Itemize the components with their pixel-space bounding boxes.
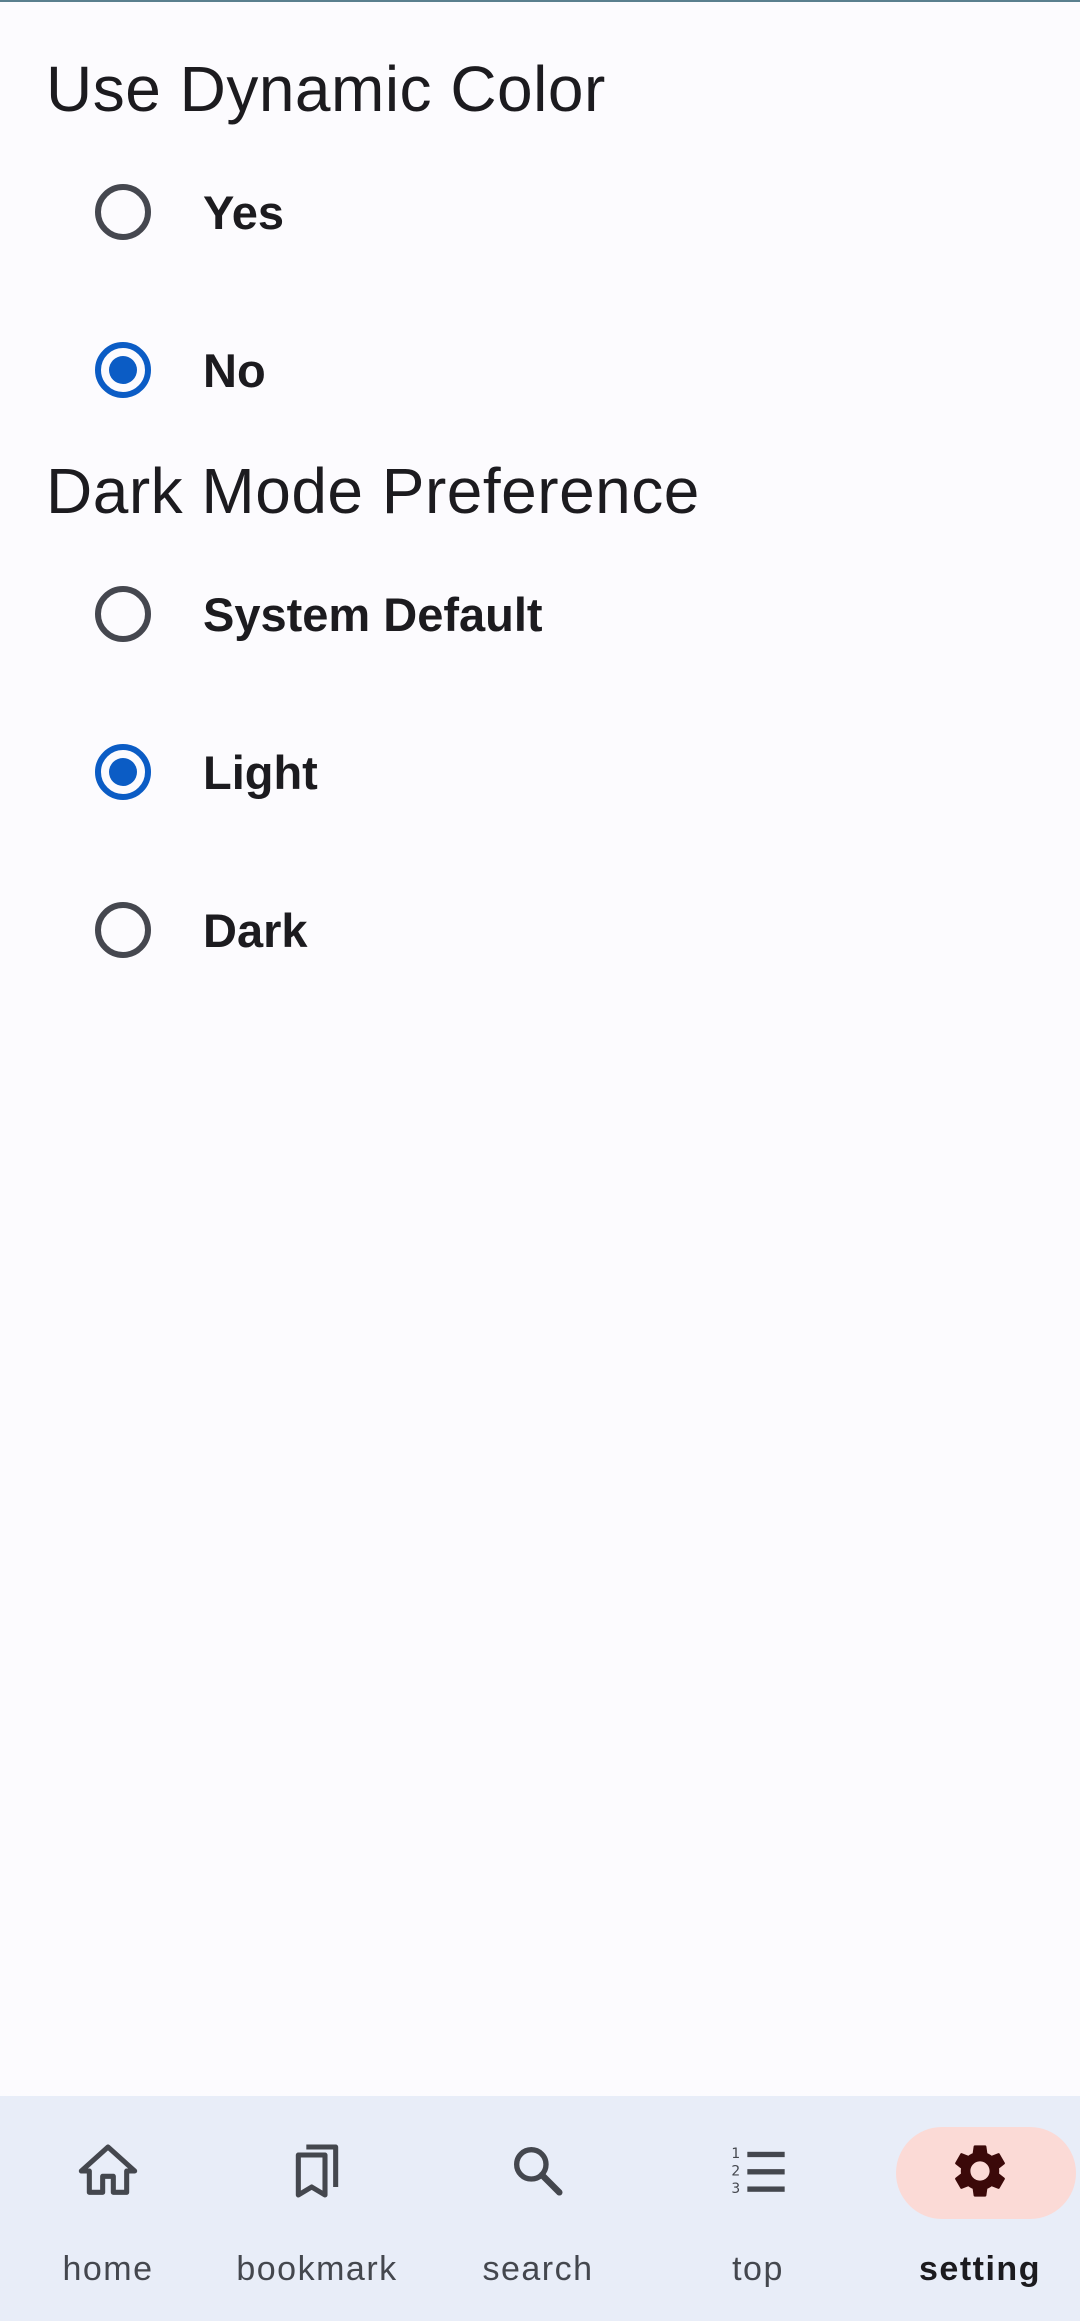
bookmarks-icon bbox=[295, 2144, 339, 2198]
option-label: System Default bbox=[203, 587, 543, 641]
option-label: Dark bbox=[203, 903, 308, 957]
radio-button-unchecked[interactable] bbox=[95, 586, 151, 642]
dark-mode-option-system-default[interactable]: System Default bbox=[0, 535, 1080, 693]
radio-button-checked[interactable] bbox=[95, 342, 151, 398]
nav-label: top bbox=[732, 2250, 784, 2288]
dark-mode-title: Dark Mode Preference bbox=[46, 455, 700, 527]
option-label: No bbox=[203, 343, 266, 397]
numbered-list-icon: 1 2 3 bbox=[731, 2146, 785, 2197]
gear-icon bbox=[955, 2145, 1005, 2197]
dark-mode-option-dark[interactable]: Dark bbox=[0, 851, 1080, 1009]
option-label: Light bbox=[203, 745, 318, 799]
option-label: Yes bbox=[203, 185, 285, 239]
dynamic-color-option-no[interactable]: No bbox=[0, 291, 1080, 449]
nav-item-home[interactable]: home bbox=[0, 2096, 216, 2321]
svg-text:2: 2 bbox=[731, 2164, 740, 2180]
radio-button-unchecked[interactable] bbox=[95, 902, 151, 958]
radio-button-checked[interactable] bbox=[95, 744, 151, 800]
nav-label: search bbox=[482, 2250, 594, 2288]
nav-item-setting[interactable]: setting bbox=[872, 2096, 1080, 2321]
svg-text:1: 1 bbox=[731, 2146, 740, 2162]
nav-item-search[interactable]: search bbox=[430, 2096, 646, 2321]
radio-button-unchecked[interactable] bbox=[95, 184, 151, 240]
nav-label: setting bbox=[919, 2250, 1041, 2288]
nav-label: home bbox=[62, 2250, 154, 2288]
bottom-navigation-bar: home bookmark search 1 2 3 top setting bbox=[0, 2096, 1080, 2321]
nav-label: bookmark bbox=[236, 2250, 398, 2288]
dark-mode-option-light[interactable]: Light bbox=[0, 693, 1080, 851]
dynamic-color-option-yes[interactable]: Yes bbox=[0, 133, 1080, 291]
top-divider bbox=[0, 0, 1080, 2]
home-icon bbox=[78, 2144, 138, 2195]
svg-text:3: 3 bbox=[731, 2181, 740, 2197]
nav-item-top[interactable]: 1 2 3 top bbox=[650, 2096, 866, 2321]
nav-item-bookmark[interactable]: bookmark bbox=[209, 2096, 425, 2321]
search-icon bbox=[514, 2147, 563, 2196]
dynamic-color-title: Use Dynamic Color bbox=[46, 53, 606, 125]
